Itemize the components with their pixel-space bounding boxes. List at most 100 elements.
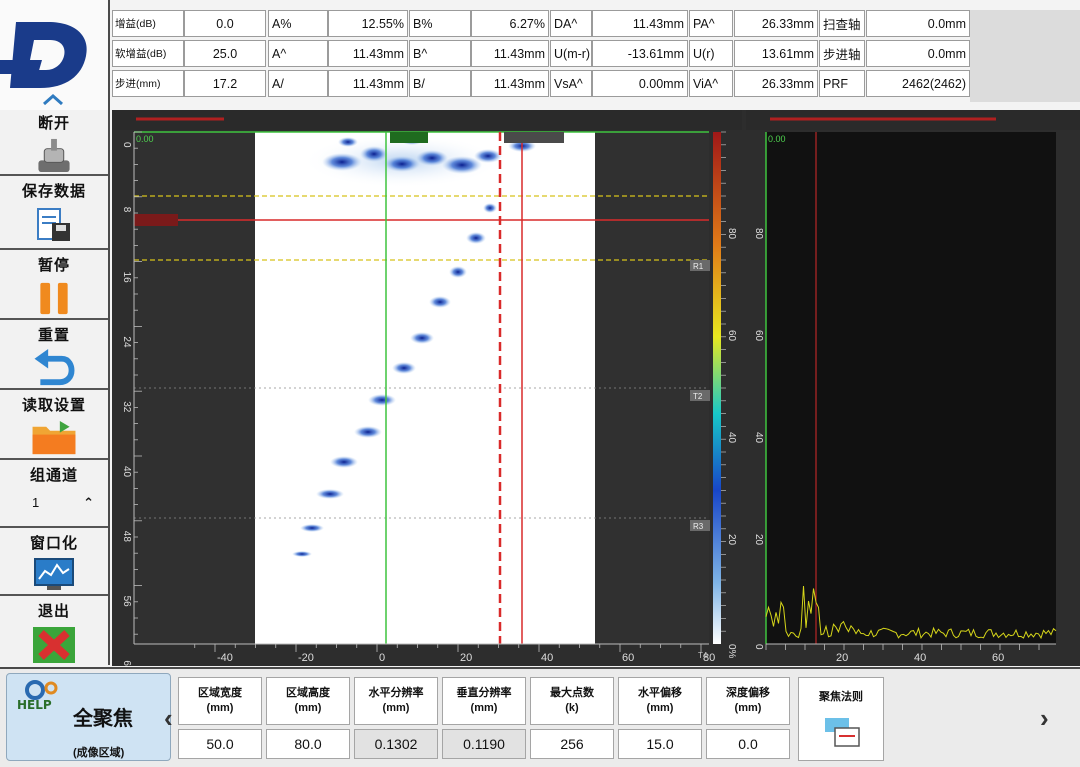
windowed-button[interactable]: 窗口化	[0, 530, 108, 596]
defect-echo	[354, 426, 382, 438]
readout-label: PA^	[689, 10, 733, 37]
focus-law-icon	[825, 718, 860, 747]
param-field[interactable]: 最大点数 (k) 256	[530, 677, 614, 761]
readout-value: 11.43mm	[471, 40, 549, 67]
ref-cursor-tag	[134, 214, 178, 226]
param-value[interactable]: 0.0	[706, 729, 790, 759]
palette-tick-label: 80	[726, 228, 737, 240]
param-field[interactable]: 水平分辨率 (mm) 0.1302	[354, 677, 438, 761]
readout-value: -13.61mm	[592, 40, 688, 67]
channel-value: 1	[32, 495, 40, 510]
param-label-name: 垂直分辨率	[456, 687, 512, 699]
readout-row: 增益(dB) 0.0 A% 12.55% B% 6.27% DA^ 11.43mm PA^ 26.…	[112, 10, 970, 37]
surface-echo	[360, 146, 388, 162]
defect-echo	[392, 362, 416, 374]
readout-label: 扫查轴	[819, 10, 865, 37]
palette-tick-label: 0%	[726, 644, 737, 659]
focus-law-button[interactable]: 聚焦法则	[798, 677, 884, 761]
horizontal-tick-label: 60	[622, 652, 634, 664]
depth-tick-label: 56	[121, 596, 132, 608]
param-label: 区域宽度 (mm)	[178, 677, 262, 725]
load-settings-button[interactable]: 读取设置	[0, 392, 108, 460]
horizontal-tick-label: 20	[460, 652, 472, 664]
readout-label: 步进(mm)	[112, 70, 184, 97]
prev-page-arrow[interactable]: ‹	[164, 703, 173, 734]
param-label-unit: (mm)	[734, 702, 762, 714]
readout-label: DA^	[550, 10, 592, 37]
defect-echo	[300, 524, 324, 532]
palette-tick-label: 60	[726, 330, 737, 342]
horizontal-tick-label: -40	[217, 652, 233, 664]
readout-value[interactable]: 17.2	[184, 70, 266, 97]
param-field[interactable]: 深度偏移 (mm) 0.0	[706, 677, 790, 761]
horizontal-tick-label: -20	[298, 652, 314, 664]
readout-label: A^	[268, 40, 328, 67]
exit-icon	[33, 627, 75, 663]
defect-echo	[449, 266, 467, 278]
param-value[interactable]: 256	[530, 729, 614, 759]
scan-display: 0.00 081624324048566472 -40-20020406080 …	[112, 110, 1080, 666]
mode-subtitle: (成像区域)	[73, 747, 125, 759]
channel-up-icon[interactable]: ⌃	[83, 495, 94, 511]
depth-tick-label: 0	[121, 142, 132, 148]
depth-tick-label: 16	[121, 272, 132, 284]
param-value: 0.1190	[442, 729, 526, 759]
ascan-corner-value: 0.00	[768, 134, 786, 144]
readout-label: PRF	[819, 70, 865, 97]
ascan-depth-tick: 60	[992, 652, 1004, 664]
horizontal-tick-label: 0	[379, 652, 385, 664]
readout-label: VsA^	[550, 70, 592, 97]
param-value[interactable]: 50.0	[178, 729, 262, 759]
tfm-mode-button[interactable]: HELP 全聚焦 (成像区域)	[6, 673, 171, 761]
readout-label: B/	[409, 70, 471, 97]
readout-value: 2462(2462)	[866, 70, 970, 97]
readout-row: 软增益(dB) 25.0 A^ 11.43mm B^ 11.43mm U(m-r) -13.6…	[112, 40, 970, 67]
reset-button[interactable]: 重置	[0, 322, 108, 390]
readout-label: U(m-r)	[550, 40, 592, 67]
param-field[interactable]: 水平偏移 (mm) 15.0	[618, 677, 702, 761]
param-label: 垂直分辨率 (mm)	[442, 677, 526, 725]
tfm-image-view[interactable]: 0.00 081624324048566472 -40-20020406080 …	[112, 110, 742, 666]
param-field[interactable]: 区域宽度 (mm) 50.0	[178, 677, 262, 761]
readout-value[interactable]: 0.0	[184, 10, 266, 37]
collapse-up-icon[interactable]	[38, 92, 68, 106]
next-page-arrow[interactable]: ›	[1040, 703, 1049, 734]
readout-label: A%	[268, 10, 328, 37]
gate-tag-label[interactable]: T2	[693, 392, 703, 401]
readout-value: 0.00mm	[592, 70, 688, 97]
readout-value: 11.43mm	[328, 70, 408, 97]
help-badge[interactable]: HELP	[17, 698, 52, 712]
param-label-name: 区域宽度	[198, 687, 242, 699]
sidebar-label-save-data: 保存数据	[21, 183, 86, 200]
green-cursor-tag	[390, 132, 428, 143]
readout-value: 11.43mm	[592, 10, 688, 37]
exit-button[interactable]: 退出	[0, 598, 108, 665]
color-palette-bar	[713, 132, 721, 644]
param-field[interactable]: 垂直分辨率 (mm) 0.1190	[442, 677, 526, 761]
group-channel-selector[interactable]: 组通道 1 ⌃	[0, 462, 108, 528]
param-label-unit: (mm)	[294, 702, 322, 714]
defect-echo	[316, 489, 344, 499]
readout-label: U(r)	[689, 40, 733, 67]
param-value[interactable]: 80.0	[266, 729, 350, 759]
readout-label: A/	[268, 70, 328, 97]
depth-tick-label: 32	[121, 401, 132, 413]
readout-value: 11.43mm	[328, 40, 408, 67]
param-label: 深度偏移 (mm)	[706, 677, 790, 725]
pause-button[interactable]: 暂停	[0, 252, 108, 320]
param-field[interactable]: 区域高度 (mm) 80.0	[266, 677, 350, 761]
save-data-button[interactable]: 保存数据	[0, 178, 108, 250]
gate-tag-label[interactable]: R3	[693, 522, 704, 531]
param-value[interactable]: 15.0	[618, 729, 702, 759]
red-cursor-tag	[504, 132, 564, 143]
gate-tag-label[interactable]: R1	[693, 262, 704, 271]
ascan-depth-tick: 40	[914, 652, 926, 664]
disconnect-button[interactable]: 断开	[0, 110, 108, 176]
param-label-name: 水平分辨率	[368, 687, 424, 699]
readout-value[interactable]: 25.0	[184, 40, 266, 67]
ascan-amplitude-tick: 40	[753, 432, 764, 444]
top-right-panel	[970, 10, 1080, 102]
defect-echo	[292, 551, 312, 557]
defect-echo	[466, 232, 486, 244]
ascan-view[interactable]: 0.00 80 60 40 20 0 20 40 60	[746, 110, 1080, 666]
